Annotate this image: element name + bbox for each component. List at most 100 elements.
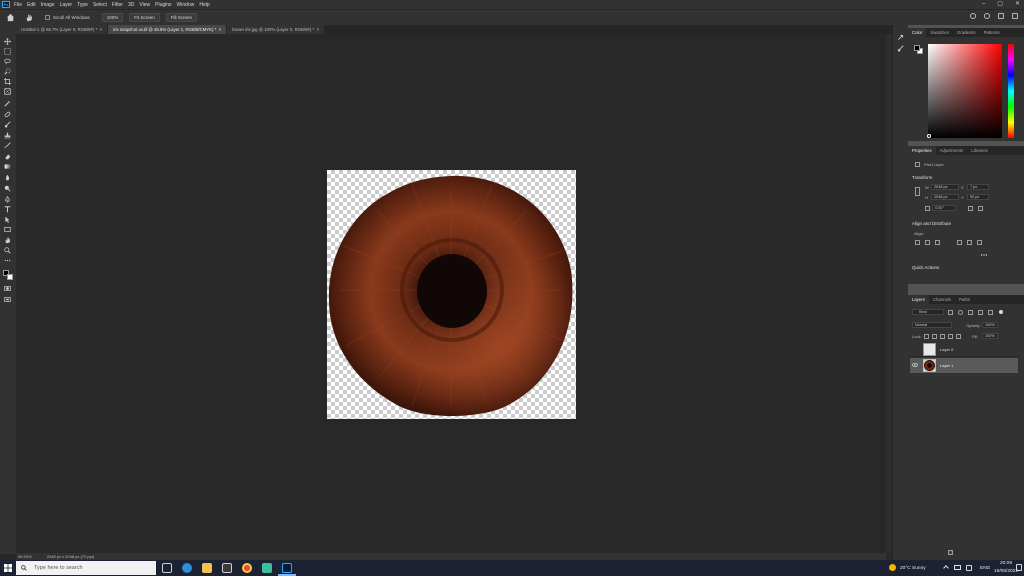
eraser-tool-icon[interactable] — [4, 153, 11, 160]
maximize-button[interactable]: ▢ — [997, 0, 1003, 9]
width-input[interactable]: 2048 px — [931, 184, 959, 190]
fill-screen-button[interactable]: Fill Screen — [165, 13, 198, 22]
filter-adjustment-icon[interactable] — [958, 310, 963, 315]
filter-toggle-icon[interactable] — [999, 310, 1003, 314]
zoom-tool-icon[interactable] — [4, 247, 11, 254]
opacity-input[interactable]: 100% — [982, 322, 998, 328]
align-left-icon[interactable] — [915, 240, 920, 245]
rectangle-tool-icon[interactable] — [4, 226, 11, 233]
minimize-button[interactable]: – — [982, 0, 985, 9]
background-color-swatch[interactable] — [7, 274, 13, 280]
color-picker-field[interactable] — [928, 44, 1002, 138]
menu-plugins[interactable]: Plugins — [155, 2, 171, 8]
align-bottom-icon[interactable] — [977, 240, 982, 245]
crop-tool-icon[interactable] — [4, 78, 11, 85]
link-dimensions-icon[interactable] — [915, 187, 920, 196]
clock-time[interactable]: 20:09 — [1000, 561, 1012, 566]
network-icon[interactable] — [954, 565, 961, 570]
filter-type-icon[interactable] — [968, 310, 973, 315]
menu-edit[interactable]: Edit — [27, 2, 36, 8]
tab-color[interactable]: Color — [908, 28, 927, 37]
notifications-icon[interactable] — [1016, 564, 1022, 571]
home-icon[interactable] — [6, 13, 15, 22]
history-brush-tool-icon[interactable] — [4, 142, 11, 149]
clone-stamp-tool-icon[interactable] — [4, 132, 11, 139]
lock-image-icon[interactable] — [932, 334, 937, 339]
menu-help[interactable]: Help — [199, 2, 209, 8]
menu-filter[interactable]: Filter — [112, 2, 123, 8]
fill-input[interactable]: 100% — [982, 333, 998, 339]
workspace-icon[interactable] — [998, 13, 1004, 19]
lock-position-icon[interactable] — [940, 334, 945, 339]
tab-brown-iris[interactable]: brown iris.jpg @ 100% (Layer 0, RGB/8#) … — [227, 25, 326, 34]
lasso-tool-icon[interactable] — [4, 58, 11, 65]
document-canvas[interactable] — [327, 170, 576, 419]
blend-mode-select[interactable]: Normal — [912, 322, 952, 328]
pen-tool-icon[interactable] — [4, 196, 11, 203]
tab-libraries[interactable]: Libraries — [967, 146, 991, 155]
quick-actions-title[interactable]: Quick Actions — [912, 265, 939, 270]
path-selection-tool-icon[interactable] — [4, 216, 11, 223]
tab-channels[interactable]: Channels — [929, 295, 955, 304]
filter-pixel-icon[interactable] — [948, 310, 953, 315]
taskbar-search-input[interactable]: Type here to search — [16, 561, 156, 575]
flip-horizontal-icon[interactable] — [968, 206, 973, 211]
tab-untitled-1[interactable]: Untitled-1 @ 66.7% (Layer 0, RGB/8#) * × — [16, 25, 109, 34]
task-view-icon[interactable] — [162, 563, 172, 573]
tab-gradients[interactable]: Gradients — [953, 28, 980, 37]
close-button[interactable]: ✕ — [1015, 0, 1020, 9]
gradient-tool-icon[interactable] — [4, 163, 11, 170]
align-section-title[interactable]: Align and Distribute — [912, 221, 951, 226]
menu-window[interactable]: Window — [177, 2, 195, 8]
foreground-swatch[interactable] — [914, 45, 920, 51]
layer-filter-select[interactable]: Kind — [912, 309, 944, 315]
more-tools-icon[interactable] — [4, 257, 11, 264]
eye-icon[interactable] — [912, 363, 918, 367]
share-icon[interactable] — [970, 13, 976, 19]
history-icon[interactable] — [897, 34, 904, 41]
volume-icon[interactable] — [966, 565, 972, 571]
screen-mode-icon[interactable] — [4, 296, 11, 303]
color-picker-handle[interactable] — [927, 134, 931, 138]
edge-browser-icon[interactable] — [182, 563, 192, 573]
language-indicator[interactable]: ENG — [980, 566, 990, 571]
healing-brush-tool-icon[interactable] — [4, 111, 11, 118]
weather-sun-icon[interactable] — [889, 564, 896, 571]
lock-transparent-icon[interactable] — [924, 334, 929, 339]
tab-layers[interactable]: Layers — [908, 295, 929, 304]
menu-image[interactable]: Image — [41, 2, 55, 8]
brush-tool-icon[interactable] — [4, 121, 11, 128]
menu-file[interactable]: File — [14, 2, 22, 8]
delete-layer-icon[interactable] — [948, 550, 953, 555]
menu-view[interactable]: View — [139, 2, 150, 8]
y-input[interactable]: 50 px — [967, 194, 989, 200]
clock-date[interactable]: 19/05/2022 — [994, 569, 1018, 574]
flip-vertical-icon[interactable] — [978, 206, 983, 211]
filter-shape-icon[interactable] — [978, 310, 983, 315]
marquee-tool-icon[interactable] — [4, 48, 11, 55]
visibility-toggle-off[interactable] — [912, 346, 917, 351]
align-top-icon[interactable] — [957, 240, 962, 245]
align-right-icon[interactable] — [935, 240, 940, 245]
maya-app-icon[interactable] — [262, 563, 272, 573]
menu-3d[interactable]: 3D — [128, 2, 134, 8]
hue-slider[interactable] — [1008, 44, 1014, 138]
quick-selection-tool-icon[interactable] — [4, 68, 11, 75]
quick-mask-icon[interactable] — [4, 285, 11, 292]
tab-adjustments[interactable]: Adjustments — [936, 146, 968, 155]
lock-all-icon[interactable] — [956, 334, 961, 339]
tab-paths[interactable]: Paths — [955, 295, 974, 304]
align-middle-icon[interactable] — [967, 240, 972, 245]
tab-swatches[interactable]: Swatches — [926, 28, 953, 37]
scroll-all-windows-checkbox[interactable] — [45, 15, 50, 20]
chrome-browser-icon[interactable] — [242, 563, 252, 573]
zoom-100-button[interactable]: 100% — [101, 13, 124, 22]
hand-tool-icon[interactable] — [4, 237, 11, 244]
zoom-level[interactable]: 96.53% — [18, 554, 32, 559]
windows-start-icon[interactable] — [4, 564, 12, 572]
menu-layer[interactable]: Layer — [60, 2, 73, 8]
align-center-icon[interactable] — [925, 240, 930, 245]
transform-section-title[interactable]: Transform — [912, 175, 932, 180]
lock-artboard-icon[interactable] — [948, 334, 953, 339]
photoshop-taskbar-icon[interactable] — [282, 563, 292, 573]
